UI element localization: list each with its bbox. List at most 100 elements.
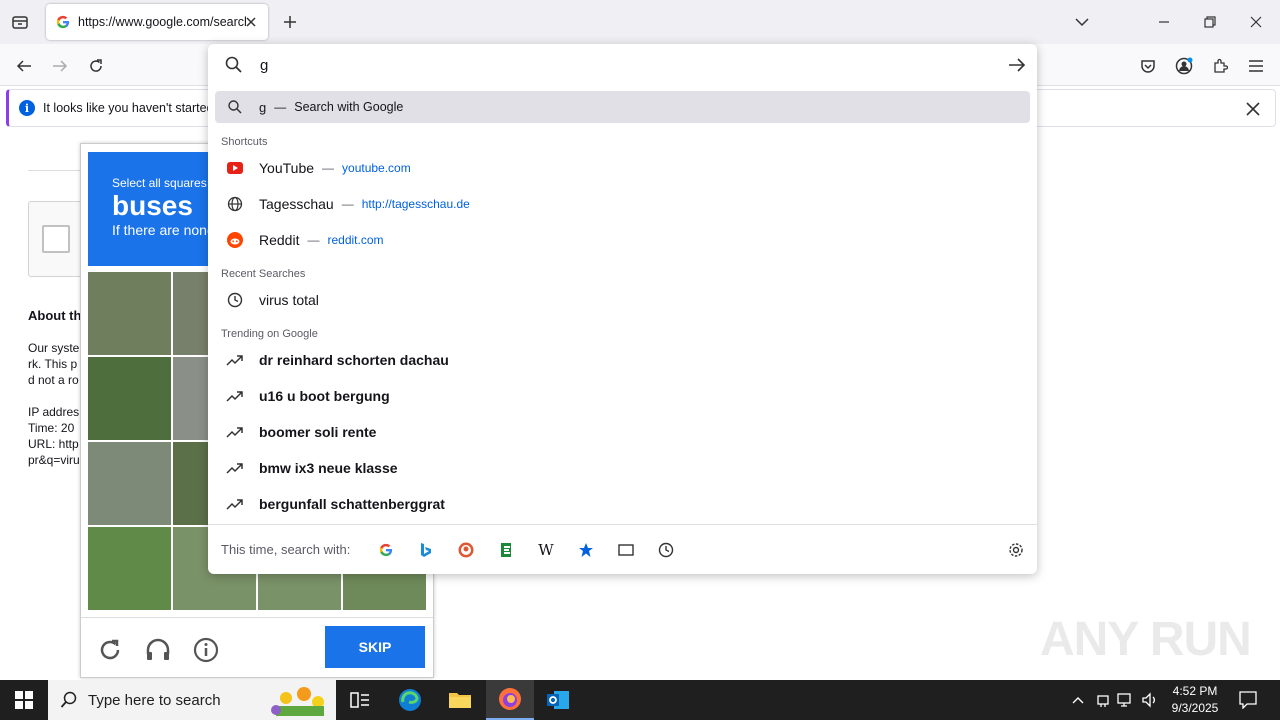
pocket-button[interactable] (1134, 52, 1162, 80)
task-view-button[interactable] (336, 680, 384, 720)
captcha-tile[interactable] (88, 272, 171, 355)
trending-item[interactable]: bmw ix3 neue klasse (215, 452, 1030, 484)
captcha-audio-button[interactable] (142, 634, 174, 666)
notification-close-button[interactable] (1243, 99, 1263, 119)
recent-search-item[interactable]: virus total (215, 284, 1030, 316)
captcha-skip-button[interactable]: SKIP (325, 626, 425, 668)
wikipedia-icon[interactable]: W (534, 538, 558, 562)
edge-icon (399, 689, 421, 711)
tab-close-icon[interactable] (242, 13, 260, 31)
extensions-button[interactable] (1206, 52, 1234, 80)
volume-tray-icon[interactable] (1140, 690, 1160, 710)
notifications-button[interactable] (1238, 690, 1258, 710)
anyrun-watermark: ANY RUN (1040, 613, 1252, 666)
close-window-button[interactable] (1242, 8, 1270, 36)
one-off-search-bar: This time, search with: W (208, 524, 1037, 574)
taskbar: Type here to search 4:52 PM 9/3/2025 (0, 680, 1280, 720)
ecosia-icon[interactable] (494, 538, 518, 562)
browser-tab[interactable]: https://www.google.com/search (46, 4, 268, 40)
outlook-taskbar-button[interactable] (534, 680, 582, 720)
recent-search-text: virus total (259, 292, 319, 308)
url-input-row (208, 44, 1037, 86)
network-tray-icon[interactable] (1116, 690, 1136, 710)
page-text-line: rk. This p (28, 357, 78, 371)
firefox-taskbar-button[interactable] (486, 680, 534, 720)
info-icon: i (19, 100, 35, 116)
shortcut-title: Reddit (259, 232, 300, 248)
divider (81, 617, 433, 618)
search-suggestion-row[interactable]: g — Search with Google (215, 91, 1030, 123)
start-button[interactable] (0, 680, 48, 720)
shortcut-tagesschau[interactable]: Tagesschau — http://tagesschau.de (215, 188, 1030, 220)
tab-title: https://www.google.com/search (78, 15, 246, 29)
chevron-down-icon (1075, 18, 1089, 27)
restore-icon (1204, 16, 1216, 28)
plus-icon (284, 16, 296, 28)
shortcut-youtube[interactable]: YouTube — youtube.com (215, 152, 1030, 184)
notification-text: It looks like you haven't started (43, 101, 214, 115)
recent-searches-label: Recent Searches (221, 268, 306, 280)
go-arrow-icon[interactable] (1007, 55, 1027, 75)
arrow-left-icon (16, 60, 31, 72)
bing-icon[interactable] (414, 538, 438, 562)
device-tray-icon[interactable] (1093, 690, 1113, 710)
shortcut-reddit[interactable]: Reddit — reddit.com (215, 224, 1030, 256)
speaker-icon (1142, 692, 1155, 708)
recaptcha-box (28, 201, 88, 277)
hamburger-icon (1249, 60, 1263, 72)
duckduckgo-icon[interactable] (454, 538, 478, 562)
arrow-right-icon (53, 60, 68, 72)
trending-item[interactable]: dr reinhard schorten dachau (215, 344, 1030, 376)
trending-item[interactable]: bergunfall schattenberggrat (215, 488, 1030, 520)
trending-text: bergunfall schattenberggrat (259, 496, 445, 512)
suggestion-query: g (259, 99, 267, 115)
tab-list-button[interactable] (6, 10, 34, 34)
close-icon (1250, 16, 1262, 28)
shortcut-title: YouTube (259, 160, 315, 176)
globe-icon (225, 194, 245, 214)
divider (28, 170, 88, 171)
firefox-icon (499, 688, 521, 710)
captcha-info-button[interactable] (190, 634, 222, 666)
show-hidden-icons-button[interactable] (1068, 690, 1088, 710)
new-tab-button[interactable] (278, 10, 302, 34)
search-settings-button[interactable] (1004, 538, 1028, 562)
tabs-icon[interactable] (614, 538, 638, 562)
captcha-tile[interactable] (88, 357, 171, 440)
folder-icon (449, 693, 471, 708)
reload-button[interactable] (82, 52, 110, 80)
google-icon[interactable] (374, 538, 398, 562)
shortcuts-label: Shortcuts (221, 136, 268, 148)
taskbar-search[interactable]: Type here to search (48, 680, 336, 720)
one-off-label: This time, search with: (221, 542, 351, 557)
windows-icon (15, 691, 33, 709)
trending-item[interactable]: boomer soli rente (215, 416, 1030, 448)
recaptcha-checkbox[interactable] (42, 225, 70, 253)
reload-icon (90, 59, 102, 72)
restore-button[interactable] (1196, 8, 1224, 36)
minimize-button[interactable] (1150, 8, 1178, 36)
search-icon (225, 97, 245, 117)
menu-button[interactable] (1242, 52, 1270, 80)
edge-taskbar-button[interactable] (386, 680, 434, 720)
shortcut-title: Tagesschau (259, 196, 334, 212)
forward-button[interactable] (46, 52, 74, 80)
address-bar-input[interactable] (258, 52, 978, 78)
trending-icon (225, 422, 245, 442)
youtube-icon (225, 158, 245, 178)
pocket-icon (1141, 60, 1155, 73)
captcha-tile[interactable] (88, 527, 171, 610)
system-clock[interactable]: 4:52 PM 9/3/2025 (1160, 683, 1230, 717)
list-all-tabs-button[interactable] (1068, 8, 1096, 36)
trending-text: boomer soli rente (259, 424, 377, 440)
info-icon (193, 637, 219, 663)
back-button[interactable] (10, 52, 38, 80)
file-explorer-button[interactable] (436, 680, 484, 720)
captcha-reload-button[interactable] (94, 634, 126, 666)
captcha-tile[interactable] (88, 442, 171, 525)
bookmarks-icon[interactable] (574, 538, 598, 562)
account-button[interactable] (1170, 52, 1198, 80)
history-icon[interactable] (654, 538, 678, 562)
about-heading: About th (28, 308, 82, 323)
trending-item[interactable]: u16 u boot bergung (215, 380, 1030, 412)
